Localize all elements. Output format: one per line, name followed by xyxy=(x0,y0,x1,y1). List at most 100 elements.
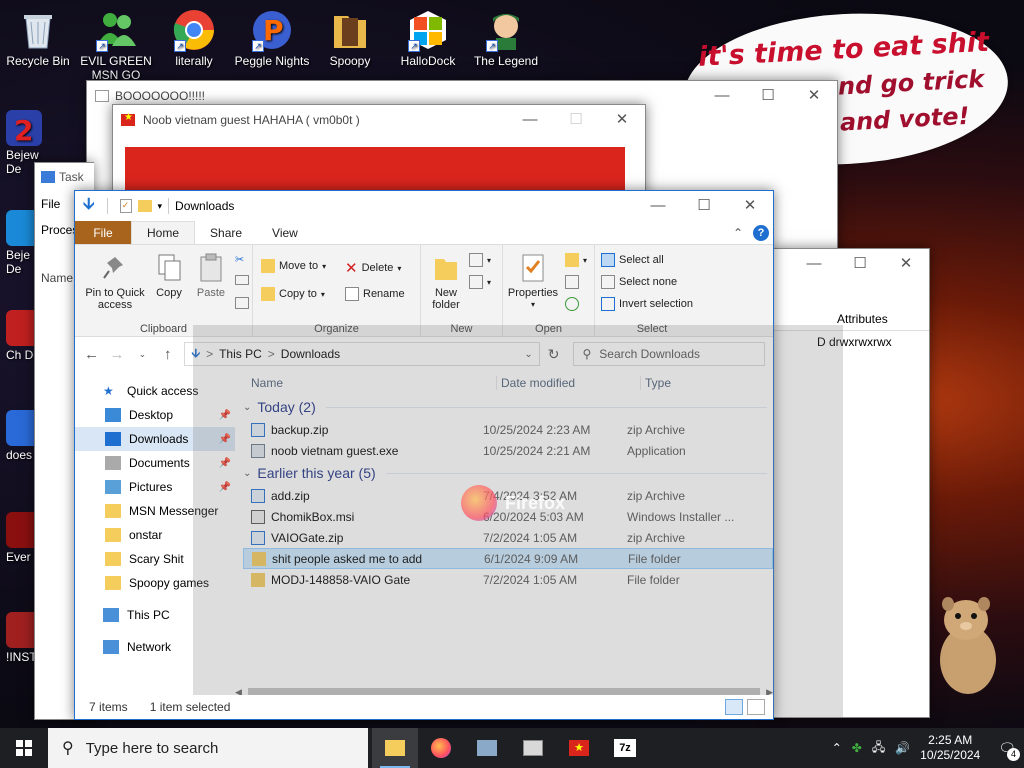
customize-chevron-icon[interactable]: ▾ xyxy=(158,201,163,212)
desktop-icon-spoopy[interactable]: Spoopy xyxy=(312,4,388,68)
nav-item-label: Documents xyxy=(129,456,190,470)
copy-to-button[interactable]: Copy to ▾ xyxy=(261,287,325,301)
easy-access-button[interactable]: ▾ xyxy=(469,275,491,289)
desktop-icon-legend[interactable]: ↗ The Legend xyxy=(468,4,544,68)
clock-date: 10/25/2024 xyxy=(920,748,981,762)
folder-icon xyxy=(105,552,121,566)
close-icon[interactable]: ✕ xyxy=(727,191,773,221)
network-icon[interactable]: 🖧 xyxy=(872,738,885,759)
minimize-icon[interactable]: — xyxy=(699,81,745,111)
collapse-ribbon-icon[interactable]: ⌃ xyxy=(733,226,743,240)
taskbar-firefox[interactable] xyxy=(418,728,464,768)
copy-path-button[interactable] xyxy=(235,275,249,285)
start-button[interactable] xyxy=(0,728,48,768)
new-item-icon xyxy=(469,253,483,267)
rename-button[interactable]: Rename xyxy=(345,287,405,301)
taskbar-app-window[interactable] xyxy=(510,728,556,768)
desktop-icon-peggle[interactable]: P ↗ Peggle Nights xyxy=(234,4,310,68)
delete-button[interactable]: ✕ Delete ▾ xyxy=(345,259,401,277)
task-manager-title: Task xyxy=(59,170,84,184)
move-to-button[interactable]: Move to ▾ xyxy=(261,259,326,273)
new-item-button[interactable]: ▾ xyxy=(469,253,491,267)
delete-icon: ✕ xyxy=(345,260,358,277)
forward-arrow-icon[interactable]: → xyxy=(108,346,125,363)
notifications-button[interactable]: 🗨 4 xyxy=(990,740,1020,761)
cut-button[interactable]: ✂ xyxy=(235,253,244,266)
new-folder-label: New folder xyxy=(432,287,460,311)
nav-item-label: Downloads xyxy=(129,432,189,446)
attributes-col-label[interactable]: Attributes xyxy=(837,312,888,326)
file-explorer-window[interactable]: 🡫 ✓ ▾ Downloads — ☐ ✕ File Home Share Vi… xyxy=(74,190,843,720)
tab-view[interactable]: View xyxy=(257,221,313,244)
clock-time: 2:25 AM xyxy=(928,733,973,747)
new-folder-icon[interactable] xyxy=(137,200,152,212)
noob-titlebar[interactable]: ★ Noob vietnam guest HAHAHA ( vm0b0t ) —… xyxy=(113,105,645,135)
open-button[interactable]: ▾ xyxy=(565,253,587,267)
minimize-icon[interactable]: — xyxy=(635,191,681,221)
paste-button[interactable]: Paste xyxy=(193,253,229,299)
maximize-icon[interactable]: ☐ xyxy=(553,105,599,135)
close-icon[interactable]: ✕ xyxy=(599,105,645,135)
taskbar-app-network[interactable] xyxy=(464,728,510,768)
tab-file[interactable]: File xyxy=(75,221,131,244)
edit-icon xyxy=(565,275,579,289)
show-hidden-icons-icon[interactable]: ⌃ xyxy=(832,741,842,755)
details-view-icon[interactable] xyxy=(725,699,743,715)
maximize-icon[interactable]: ☐ xyxy=(681,191,727,221)
easy-access-icon xyxy=(469,275,483,289)
large-icons-view-icon[interactable] xyxy=(747,699,765,715)
pin-quick-access-button[interactable]: Pin to Quick access xyxy=(81,253,149,311)
close-icon[interactable]: ✕ xyxy=(791,81,837,111)
task-manager-titlebar[interactable]: Task xyxy=(35,163,94,191)
new-folder-button[interactable]: New folder xyxy=(425,253,467,311)
maximize-icon[interactable]: ☐ xyxy=(745,81,791,111)
desktop-icon-msn[interactable]: ↗ EVIL GREEN MSN GO xyxy=(78,4,154,82)
shortcut-arrow-icon: ↗ xyxy=(252,40,264,52)
taskbar-7zip[interactable]: 7z xyxy=(602,728,648,768)
volume-icon[interactable]: 🔊 xyxy=(895,741,910,755)
move-to-label: Move to xyxy=(279,260,319,272)
select-none-icon xyxy=(601,275,615,289)
firefox-ghost-overlay: Firefox xyxy=(193,325,843,717)
properties-button[interactable]: Properties ▾ xyxy=(505,253,561,311)
desktop-icon-hallodock[interactable]: ↗ HalloDock xyxy=(390,4,466,68)
nav-item-label: Quick access xyxy=(127,384,199,398)
legend-icon: ↗ xyxy=(484,8,528,52)
properties-icon xyxy=(519,253,547,283)
clock[interactable]: 2:25 AM 10/25/2024 xyxy=(920,733,980,763)
star-icon: ★ xyxy=(103,384,114,398)
ribbon-group-select: Select all Select none Invert selection … xyxy=(595,245,709,337)
desktop-icon-recycle-bin[interactable]: Recycle Bin xyxy=(0,4,76,68)
properties-check-icon[interactable]: ✓ xyxy=(119,199,132,213)
taskbar-vietnam-app[interactable]: ★ xyxy=(556,728,602,768)
copy-button[interactable]: Copy xyxy=(153,253,185,299)
folder-icon xyxy=(105,504,121,518)
tray-app-icon[interactable]: ✤ xyxy=(852,741,862,755)
minimize-icon[interactable]: — xyxy=(791,249,837,279)
ribbon-group-organize: Move to ▾ ✕ Delete ▾ Copy to ▾ Rename Organ… xyxy=(253,245,421,337)
tab-home[interactable]: Home xyxy=(131,221,196,244)
desktop-icon-label: Spoopy xyxy=(329,54,371,68)
close-icon[interactable]: ✕ xyxy=(883,249,929,279)
folder-icon xyxy=(105,576,121,590)
taskbar-search-input[interactable]: ⚲ Type here to search xyxy=(48,728,368,768)
history-button[interactable] xyxy=(565,297,579,311)
paste-shortcut-button[interactable] xyxy=(235,297,249,309)
select-all-button[interactable]: Select all xyxy=(601,253,664,267)
desktop-icon-chrome[interactable]: ↗ literally xyxy=(156,4,232,68)
recent-chevron-icon[interactable]: ⌄ xyxy=(134,349,151,360)
select-none-button[interactable]: Select none xyxy=(601,275,677,289)
nav-item-label: Pictures xyxy=(129,480,173,494)
maximize-icon[interactable]: ☐ xyxy=(837,249,883,279)
explorer-titlebar[interactable]: 🡫 ✓ ▾ Downloads — ☐ ✕ xyxy=(75,191,773,221)
attributes-titlebar[interactable]: — ☐ ✕ xyxy=(771,249,929,279)
minimize-icon[interactable]: — xyxy=(507,105,553,135)
help-icon[interactable]: ? xyxy=(753,224,769,241)
invert-selection-button[interactable]: Invert selection xyxy=(601,297,693,311)
taskbar-file-explorer[interactable] xyxy=(372,728,418,768)
edit-button[interactable] xyxy=(565,275,579,289)
tab-share[interactable]: Share xyxy=(195,221,257,244)
up-arrow-icon[interactable]: ↑ xyxy=(159,346,176,363)
firefox-label: Firefox xyxy=(505,492,566,513)
back-arrow-icon[interactable]: ← xyxy=(83,346,100,363)
